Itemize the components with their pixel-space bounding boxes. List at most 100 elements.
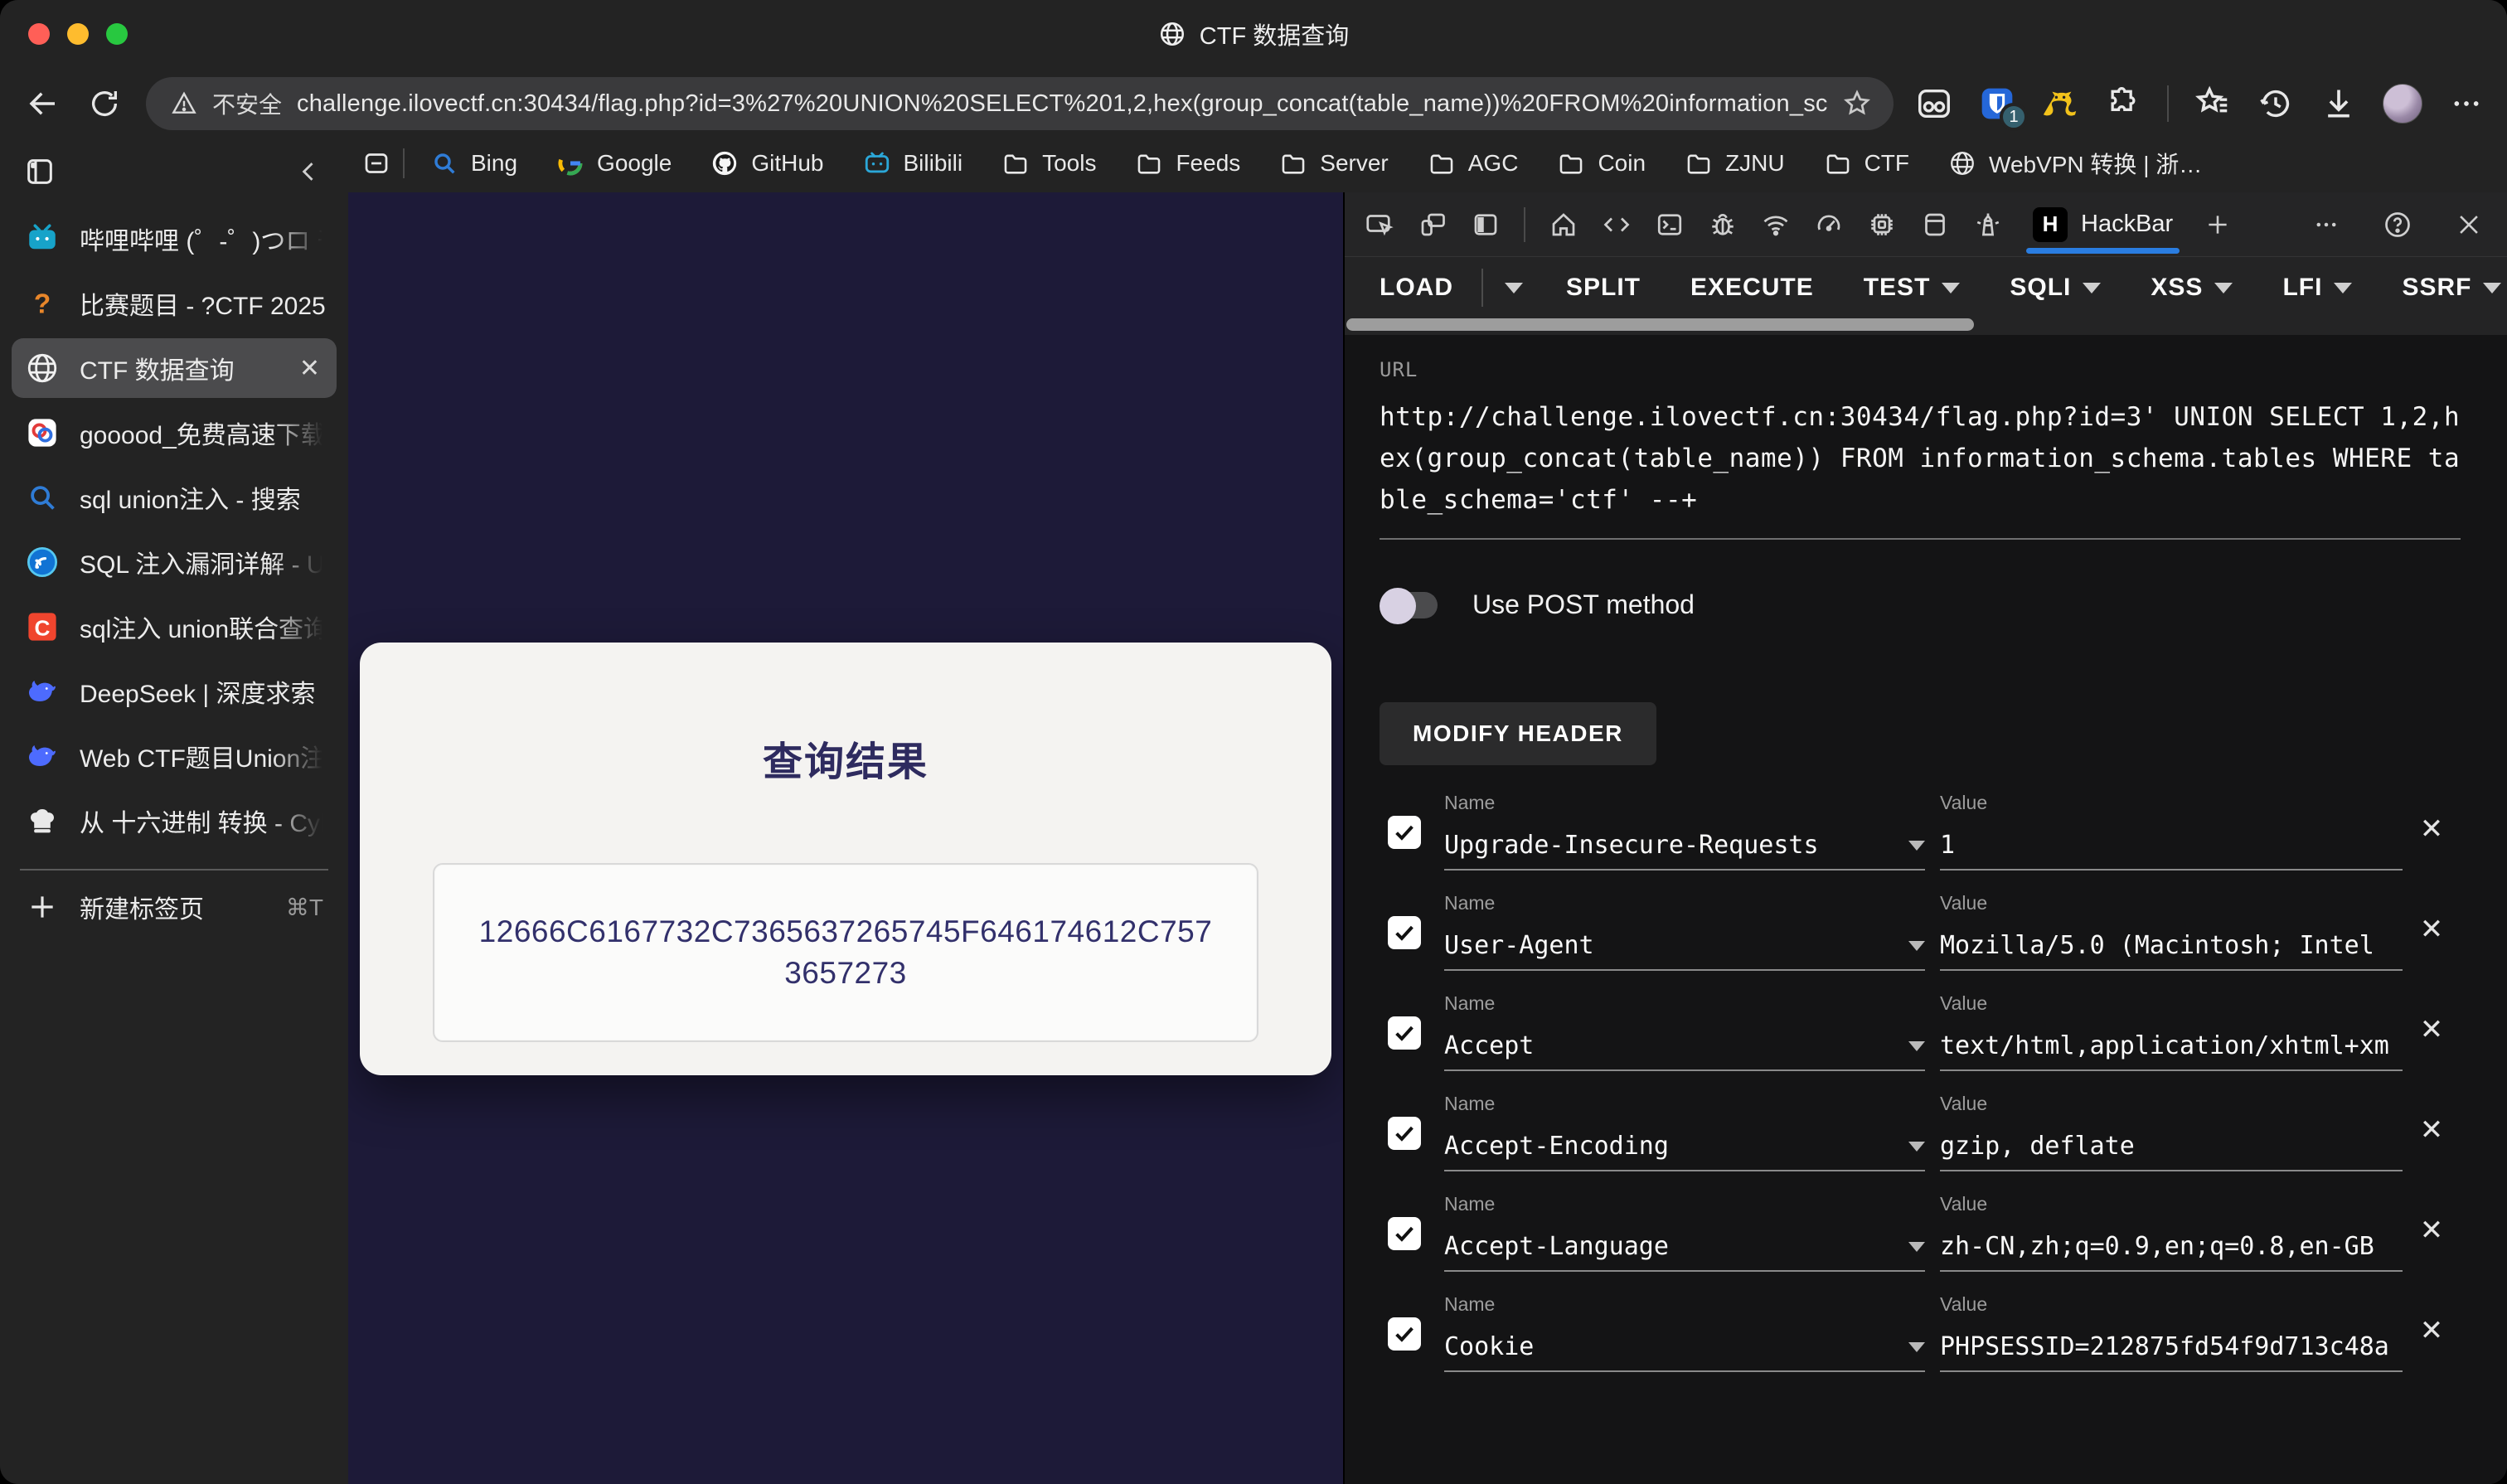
name-dropdown-icon[interactable] <box>1908 1040 1925 1051</box>
tab-baidu-download[interactable]: gooood_免费高速下载|百度 <box>12 403 337 463</box>
network-wifi-icon[interactable] <box>1753 201 1799 248</box>
header-enabled-checkbox[interactable] <box>1388 1317 1421 1351</box>
bookmark-folder-tools[interactable]: Tools <box>987 142 1109 185</box>
bookmark-folder-agc[interactable]: AGC <box>1414 142 1532 185</box>
name-dropdown-icon[interactable] <box>1908 840 1925 851</box>
remove-header-icon[interactable]: ✕ <box>2403 1214 2461 1247</box>
menu-test[interactable]: TEST <box>1839 257 1986 318</box>
performance-gauge-icon[interactable] <box>1806 201 1852 248</box>
header-value-field[interactable]: gzip, deflate <box>1940 1132 2403 1161</box>
bookmark-folder-server[interactable]: Server <box>1265 142 1401 185</box>
tab-ctf2025[interactable]: ? 比赛题目 - ?CTF 2025 <box>12 274 337 333</box>
name-dropdown-icon[interactable] <box>1908 1141 1925 1152</box>
tab-bilibili[interactable]: 哔哩哔哩 (゜-゜)つロ 干杯~ <box>12 209 337 269</box>
tab-cyberchef-hex[interactable]: 从 十六进制 转换 - CyberC <box>12 791 337 851</box>
menu-load-dropdown[interactable] <box>1486 257 1541 318</box>
header-name-field[interactable]: Upgrade-Insecure-Requests <box>1444 831 1898 860</box>
remove-header-icon[interactable]: ✕ <box>2403 812 2461 846</box>
hackbar-tab[interactable]: H HackBar <box>2018 192 2188 257</box>
tab-deepseek[interactable]: DeepSeek | 深度求索 <box>12 662 337 721</box>
tab-sql-union-search[interactable]: sql union注入 - 搜索 <box>12 468 337 527</box>
goggles-extension-icon[interactable] <box>1915 85 1953 123</box>
header-enabled-checkbox[interactable] <box>1388 1216 1421 1250</box>
dock-side-icon[interactable] <box>1462 201 1509 248</box>
remove-header-icon[interactable]: ✕ <box>2403 1314 2461 1347</box>
menu-xss[interactable]: XSS <box>2126 257 2257 318</box>
downloads-icon[interactable] <box>2320 85 2358 123</box>
devtools-help-icon[interactable] <box>2374 201 2421 248</box>
devtools-close-icon[interactable] <box>2446 201 2492 248</box>
name-dropdown-icon[interactable] <box>1908 1241 1925 1252</box>
bookmark-folder-zjnu[interactable]: ZJNU <box>1671 142 1798 185</box>
zoom-window-button[interactable] <box>106 23 128 45</box>
reload-button[interactable] <box>85 84 124 124</box>
close-tab-icon[interactable]: ✕ <box>294 354 325 383</box>
application-storage-icon[interactable] <box>1912 201 1958 248</box>
memory-chip-icon[interactable] <box>1859 201 1905 248</box>
header-value-field[interactable]: zh-CN,zh;q=0.9,en;q=0.8,en-GB <box>1940 1232 2403 1261</box>
extensions-puzzle-icon[interactable] <box>2104 85 2142 123</box>
menu-load[interactable]: LOAD <box>1380 257 1478 318</box>
menu-split[interactable]: SPLIT <box>1541 257 1666 318</box>
modify-header-button[interactable]: MODIFY HEADER <box>1380 701 1656 765</box>
bookmark-folder-coin[interactable]: Coin <box>1543 142 1659 185</box>
console-tab-icon[interactable] <box>1646 201 1693 248</box>
elements-tab-icon[interactable] <box>1593 201 1640 248</box>
header-name-field[interactable]: Accept-Language <box>1444 1232 1898 1261</box>
menu-lfi[interactable]: LFI <box>2257 257 2377 318</box>
profile-avatar[interactable] <box>2383 84 2422 124</box>
header-value-field[interactable]: PHPSESSID=212875fd54f9d713c48a <box>1940 1332 2403 1361</box>
remove-header-icon[interactable]: ✕ <box>2403 1113 2461 1147</box>
bookmark-bilibili[interactable]: Bilibili <box>849 142 977 185</box>
menu-sqli[interactable]: SQLI <box>1985 257 2126 318</box>
header-value-field[interactable]: Mozilla/5.0 (Macintosh; Intel <box>1940 931 2403 960</box>
bitwarden-extension-icon[interactable]: 1 <box>1978 85 2028 131</box>
remove-header-icon[interactable]: ✕ <box>2403 913 2461 946</box>
menu-execute[interactable]: EXECUTE <box>1666 257 1839 318</box>
history-icon[interactable] <box>2257 85 2295 123</box>
device-toolbar-icon[interactable] <box>1409 201 1456 248</box>
minimize-window-button[interactable] <box>67 23 89 45</box>
tab-sql-injection-detail[interactable]: SQL 注入漏洞详解 - Union <box>12 532 337 592</box>
header-name-field[interactable]: Cookie <box>1444 1332 1898 1361</box>
collapse-sidebar-icon[interactable] <box>295 158 323 186</box>
post-method-toggle[interactable] <box>1380 587 1443 624</box>
bookmark-google[interactable]: Google <box>542 142 685 185</box>
bookmark-folder-feeds[interactable]: Feeds <box>1121 142 1254 185</box>
header-name-field[interactable]: Accept-Encoding <box>1444 1132 1898 1161</box>
menu-ssrf[interactable]: SSRF <box>2377 257 2507 318</box>
tab-ctf-query-active[interactable]: CTF 数据查询 ✕ <box>12 338 337 398</box>
debugger-bug-icon[interactable] <box>1700 201 1746 248</box>
security-chip[interactable]: 不安全 <box>212 87 282 120</box>
header-enabled-checkbox[interactable] <box>1388 1016 1421 1050</box>
tab-actions-icon[interactable] <box>23 155 56 188</box>
header-value-field[interactable]: 1 <box>1940 831 2403 860</box>
browser-menu-icon[interactable] <box>2447 85 2485 123</box>
lighthouse-tab-icon[interactable] <box>1965 201 2011 248</box>
address-bar[interactable]: 不安全 challenge.ilovectf.cn:30434/flag.php… <box>146 77 1894 130</box>
tab-webctf-union[interactable]: Web CTF题目Union注入下 <box>12 726 337 786</box>
inspect-element-icon[interactable] <box>1356 201 1403 248</box>
new-tab-button[interactable]: 新建标签页 ⌘T <box>12 875 337 938</box>
more-tabs-plus-icon[interactable] <box>2194 201 2241 248</box>
tampermonkey-cat-extension-icon[interactable] <box>2041 85 2079 123</box>
favorites-icon[interactable] <box>2194 85 2232 123</box>
bookmark-star-icon[interactable] <box>1842 89 1872 119</box>
reading-list-icon[interactable] <box>361 148 391 178</box>
header-enabled-checkbox[interactable] <box>1388 915 1421 949</box>
header-enabled-checkbox[interactable] <box>1388 815 1421 849</box>
bookmark-webvpn[interactable]: WebVPN 转换 | 浙… <box>1934 142 2215 185</box>
menu-scrollbar-thumb[interactable] <box>1346 318 1975 331</box>
header-enabled-checkbox[interactable] <box>1388 1116 1421 1150</box>
devtools-menu-dots-icon[interactable] <box>2303 201 2349 248</box>
url-text[interactable]: challenge.ilovectf.cn:30434/flag.php?id=… <box>297 90 1827 118</box>
header-name-field[interactable]: User-Agent <box>1444 931 1898 960</box>
name-dropdown-icon[interactable] <box>1908 940 1925 951</box>
bookmark-github[interactable]: GitHub <box>696 142 836 185</box>
close-window-button[interactable] <box>28 23 50 45</box>
back-button[interactable] <box>23 84 63 124</box>
url-field-value[interactable]: http://challenge.ilovectf.cn:30434/flag.… <box>1380 396 2461 521</box>
header-value-field[interactable]: text/html,application/xhtml+xm <box>1940 1031 2403 1060</box>
header-name-field[interactable]: Accept <box>1444 1031 1898 1060</box>
remove-header-icon[interactable]: ✕ <box>2403 1013 2461 1046</box>
